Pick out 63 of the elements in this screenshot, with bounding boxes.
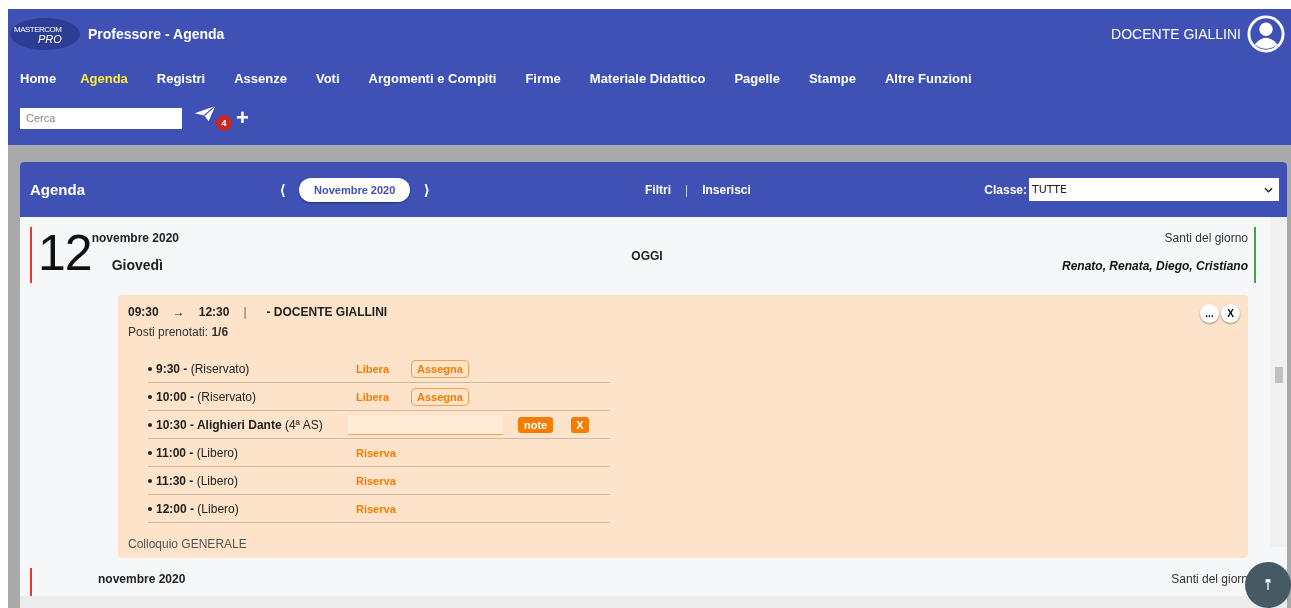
- slot-label: 10:00 - (Riservato): [156, 389, 258, 404]
- bullet: [148, 423, 152, 427]
- nav-tab[interactable]: Agenda: [80, 70, 128, 86]
- today-label: OGGI: [631, 249, 663, 263]
- month-button[interactable]: Novembre 2020: [299, 177, 411, 202]
- bullet: [148, 395, 152, 399]
- paper-plane-icon[interactable]: [194, 105, 216, 123]
- more-button[interactable]: ...: [1200, 304, 1219, 323]
- user-name[interactable]: DOCENTE GIALLINI: [1111, 26, 1241, 42]
- arrow-up-icon: [1263, 578, 1273, 592]
- avatar-icon[interactable]: [1247, 15, 1285, 53]
- panel-title: Agenda: [30, 181, 86, 198]
- next-button[interactable]: ⟩: [424, 181, 430, 198]
- saints-names: Renato, Renata, Diego, Cristiano: [1061, 259, 1248, 273]
- previous-button[interactable]: ⟨: [280, 181, 285, 198]
- logo[interactable]: MASTERCOM PRO: [10, 18, 80, 50]
- add-button[interactable]: +: [236, 108, 249, 128]
- slot-label: 12:00 - (Libero): [156, 501, 240, 516]
- note-field[interactable]: [348, 414, 503, 435]
- bullet: [148, 367, 152, 371]
- event-type: Colloquio GENERALE: [128, 537, 248, 551]
- nav-tab[interactable]: Assenze: [234, 70, 287, 86]
- month-label: novembre 2020: [98, 572, 186, 586]
- start-time: 09:30: [128, 305, 159, 319]
- chevron-down-icon: [1264, 186, 1273, 193]
- bullet: [148, 507, 152, 511]
- scrollbar[interactable]: [1270, 217, 1287, 547]
- bullet: [148, 451, 152, 455]
- teacher-name: - DOCENTE GIALLINI: [266, 305, 388, 319]
- nav-tab[interactable]: Voti: [315, 70, 340, 86]
- booked-count: Posti prenotati: 1/6: [128, 325, 230, 339]
- slot-label: 11:30 - (Libero): [156, 473, 240, 488]
- nav-tab[interactable]: Registri: [156, 70, 206, 86]
- nav-tab[interactable]: Home: [20, 70, 57, 86]
- nav-tab[interactable]: Stampe: [808, 70, 856, 86]
- saints-label: Santi del giorno: [1164, 231, 1248, 245]
- insert-link[interactable]: Inserisci: [702, 182, 751, 197]
- class-select[interactable]: TUTTE: [1029, 178, 1279, 201]
- page-title: Professore - Agenda: [88, 26, 225, 42]
- nav-tab[interactable]: Pagelle: [734, 70, 780, 86]
- end-time: 12:30: [198, 305, 230, 319]
- slot-label: 9:30 - (Riservato): [156, 361, 251, 376]
- logo-text: PRO: [38, 33, 62, 44]
- day-number: 12: [38, 227, 92, 283]
- search-field[interactable]: Cerca: [20, 107, 182, 129]
- weekday-label: Giovedì: [111, 257, 164, 273]
- logo-text: MASTERCOM: [14, 24, 62, 34]
- separator: |: [243, 305, 247, 319]
- nav-tab[interactable]: Firme: [525, 70, 561, 86]
- arrow-glyph: →: [172, 305, 185, 319]
- close-button[interactable]: X: [1221, 304, 1240, 323]
- nav-tab[interactable]: Argomenti e Compiti: [368, 70, 497, 86]
- nav-tab[interactable]: Altre Funzioni: [884, 70, 972, 86]
- scrollbar[interactable]: [20, 596, 1287, 608]
- filters-link[interactable]: Filtri: [645, 182, 671, 197]
- slot-label: 11:00 - (Libero): [156, 445, 240, 460]
- bullet: [148, 479, 152, 483]
- slot-label: 10:30 - Alighieri Dante (4ª AS): [156, 417, 324, 432]
- nav-tab[interactable]: Materiale Didattico: [589, 70, 706, 86]
- month-label: novembre 2020: [91, 231, 179, 245]
- notification-badge: 4: [216, 115, 232, 131]
- class-label: Classe:: [984, 182, 1027, 197]
- separator: |: [685, 182, 689, 197]
